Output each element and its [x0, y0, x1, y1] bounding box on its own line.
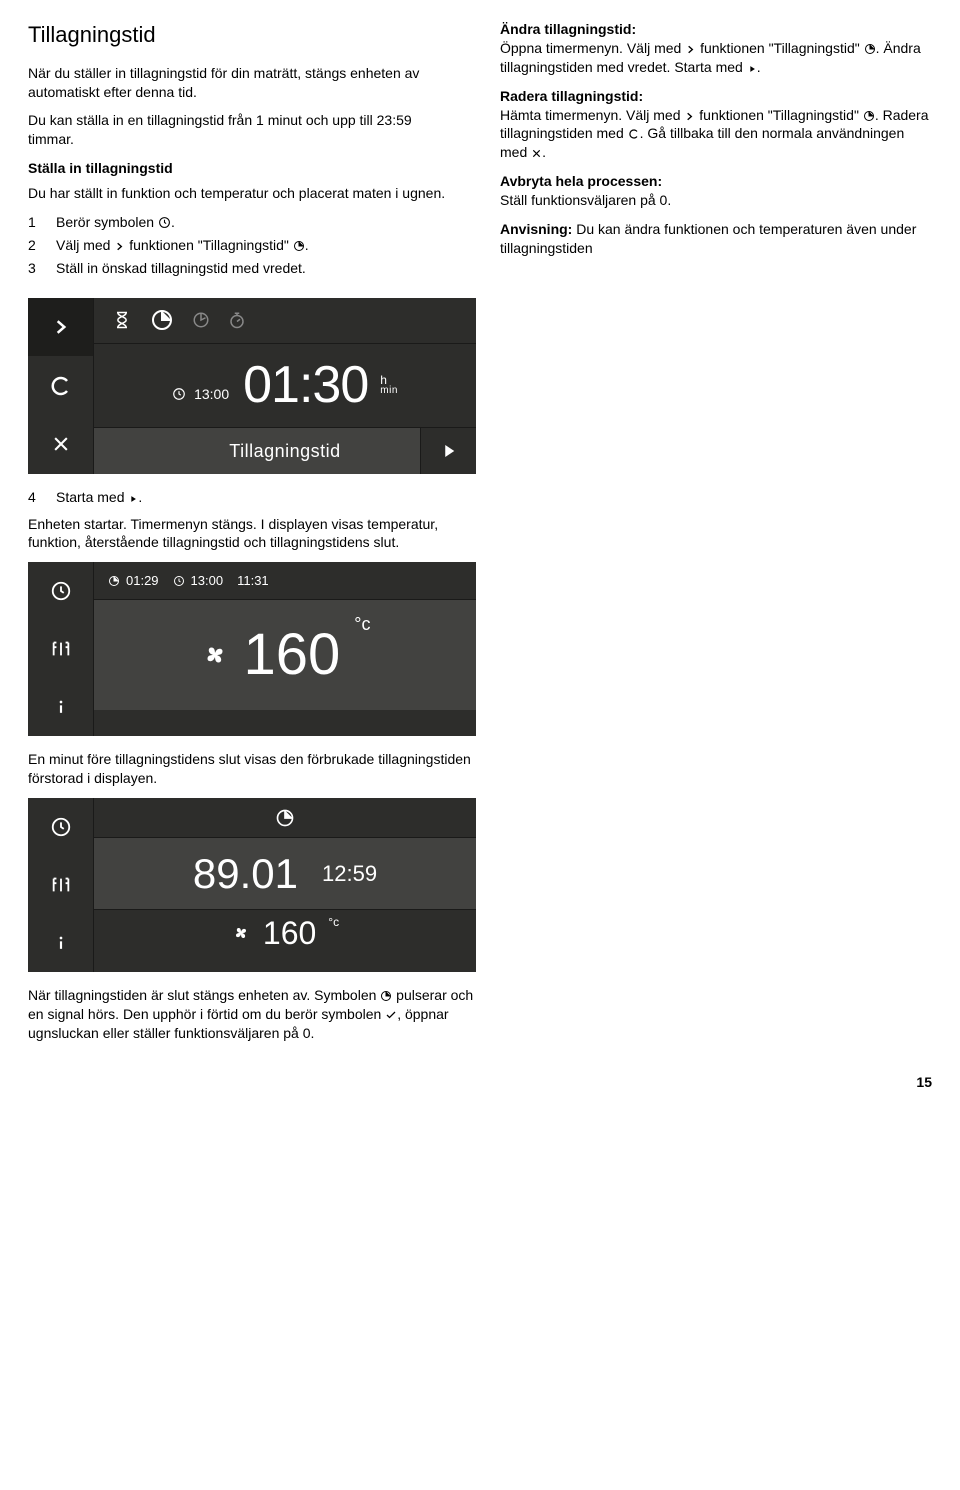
- pie-icon: [864, 43, 876, 55]
- step-number: 1: [28, 213, 42, 232]
- temp-row-small: 160 °c: [94, 910, 476, 956]
- current-clock: 11:31: [237, 572, 269, 590]
- clock-icon: [158, 216, 171, 229]
- c-icon: [628, 128, 640, 140]
- current-time: 13:00: [194, 385, 229, 404]
- dish-button[interactable]: [28, 620, 94, 678]
- step-number: 3: [28, 259, 42, 278]
- remaining-time: 01:29: [126, 572, 159, 590]
- play-icon: [128, 494, 138, 504]
- clockend-icon: [192, 311, 210, 329]
- change-paragraph: Ändra tillagningstid: Öppna timermenyn. …: [500, 20, 932, 77]
- intro-paragraph: När du ställer in tillagningstid för din…: [28, 64, 460, 102]
- clock-button[interactable]: [28, 562, 94, 620]
- elapsed-row: 89.01 12:59: [94, 838, 476, 910]
- delete-paragraph: Radera tillagningstid: Hämta timermenyn.…: [500, 87, 932, 163]
- step-text: Välj med funktionen "Tillagningstid" .: [56, 236, 460, 255]
- info-button[interactable]: [28, 678, 94, 736]
- stopwatch-icon: [228, 311, 246, 329]
- x-icon: [531, 148, 542, 159]
- play-icon: [747, 64, 757, 74]
- status-times-row: 01:29 13:00 11:31: [94, 562, 476, 600]
- timer-icons-row: [94, 298, 476, 344]
- temp-row: 160 °c: [94, 600, 476, 710]
- display-panel-set-time: 13:00 01:30 h min Tillagningstid: [28, 298, 476, 474]
- temperature-value: 160: [244, 626, 341, 684]
- pie-icon: [150, 308, 174, 332]
- step-text: Ställ in önskad tillagningstid med vrede…: [56, 259, 460, 278]
- time-unit: h min: [380, 374, 398, 396]
- top-icon-row: [94, 798, 476, 838]
- fan-icon: [200, 640, 230, 670]
- chevron-icon: [114, 241, 125, 252]
- pie-icon: [863, 110, 875, 122]
- fan-icon: [231, 923, 251, 943]
- step-text: Starta med .: [56, 488, 932, 507]
- close-button[interactable]: [28, 415, 94, 474]
- hourglass-icon: [112, 310, 132, 330]
- start-button[interactable]: [420, 428, 476, 474]
- note-paragraph: Anvisning: Du kan ändra funktionen och t…: [500, 220, 932, 258]
- time-display-row: 13:00 01:30 h min: [94, 344, 476, 428]
- steps-list: 1 Berör symbolen . 2 Välj med funktionen…: [28, 213, 460, 278]
- range-paragraph: Du kan ställa in en tillagningstid från …: [28, 111, 460, 149]
- subheading-set: Ställa in tillagningstid: [28, 159, 460, 178]
- cooking-time-value: 01:30: [243, 359, 368, 411]
- step4-row: 4 Starta med .: [28, 488, 932, 507]
- clock-button[interactable]: [28, 798, 94, 856]
- pie-icon: [275, 808, 295, 828]
- pie-icon: [380, 990, 392, 1002]
- precondition-paragraph: Du har ställt in funktion och temperatur…: [28, 184, 460, 203]
- temperature-unit: °c: [328, 914, 339, 930]
- chevron-icon: [684, 111, 695, 122]
- end-time-value: 12:59: [322, 859, 377, 889]
- step-number: 2: [28, 236, 42, 255]
- dish-button[interactable]: [28, 856, 94, 914]
- display-panel-ending: 89.01 12:59 160 °c: [28, 798, 476, 972]
- one-minute-paragraph: En minut före tillagningstidens slut vis…: [28, 750, 476, 788]
- step-number: 4: [28, 488, 42, 507]
- temperature-value: 160: [263, 912, 316, 955]
- info-button[interactable]: [28, 914, 94, 972]
- chevron-button[interactable]: [28, 298, 94, 357]
- section-title: Tillagningstid: [28, 20, 460, 50]
- mode-label: Tillagningstid: [229, 439, 340, 463]
- page-number: 15: [28, 1073, 932, 1092]
- end-paragraph: När tillagningstiden är slut stängs enhe…: [28, 986, 476, 1043]
- play-icon: [440, 442, 458, 460]
- chevron-icon: [685, 44, 696, 55]
- clear-button[interactable]: [28, 356, 94, 415]
- end-time: 13:00: [191, 572, 224, 590]
- label-row: Tillagningstid: [94, 428, 476, 474]
- step-text: Berör symbolen .: [56, 213, 460, 232]
- clock-icon: [172, 387, 186, 401]
- elapsed-value: 89.01: [193, 853, 298, 895]
- clock-icon: [173, 575, 185, 587]
- pie-icon: [293, 240, 305, 252]
- pie-icon: [108, 575, 120, 587]
- display-panel-running: 01:29 13:00 11:31 160 °c: [28, 562, 476, 736]
- temperature-unit: °c: [354, 612, 370, 636]
- check-icon: [385, 1009, 397, 1021]
- abort-paragraph: Avbryta hela processen: Ställ funktionsv…: [500, 172, 932, 210]
- after-start-paragraph: Enheten startar. Timermenyn stängs. I di…: [28, 515, 476, 553]
